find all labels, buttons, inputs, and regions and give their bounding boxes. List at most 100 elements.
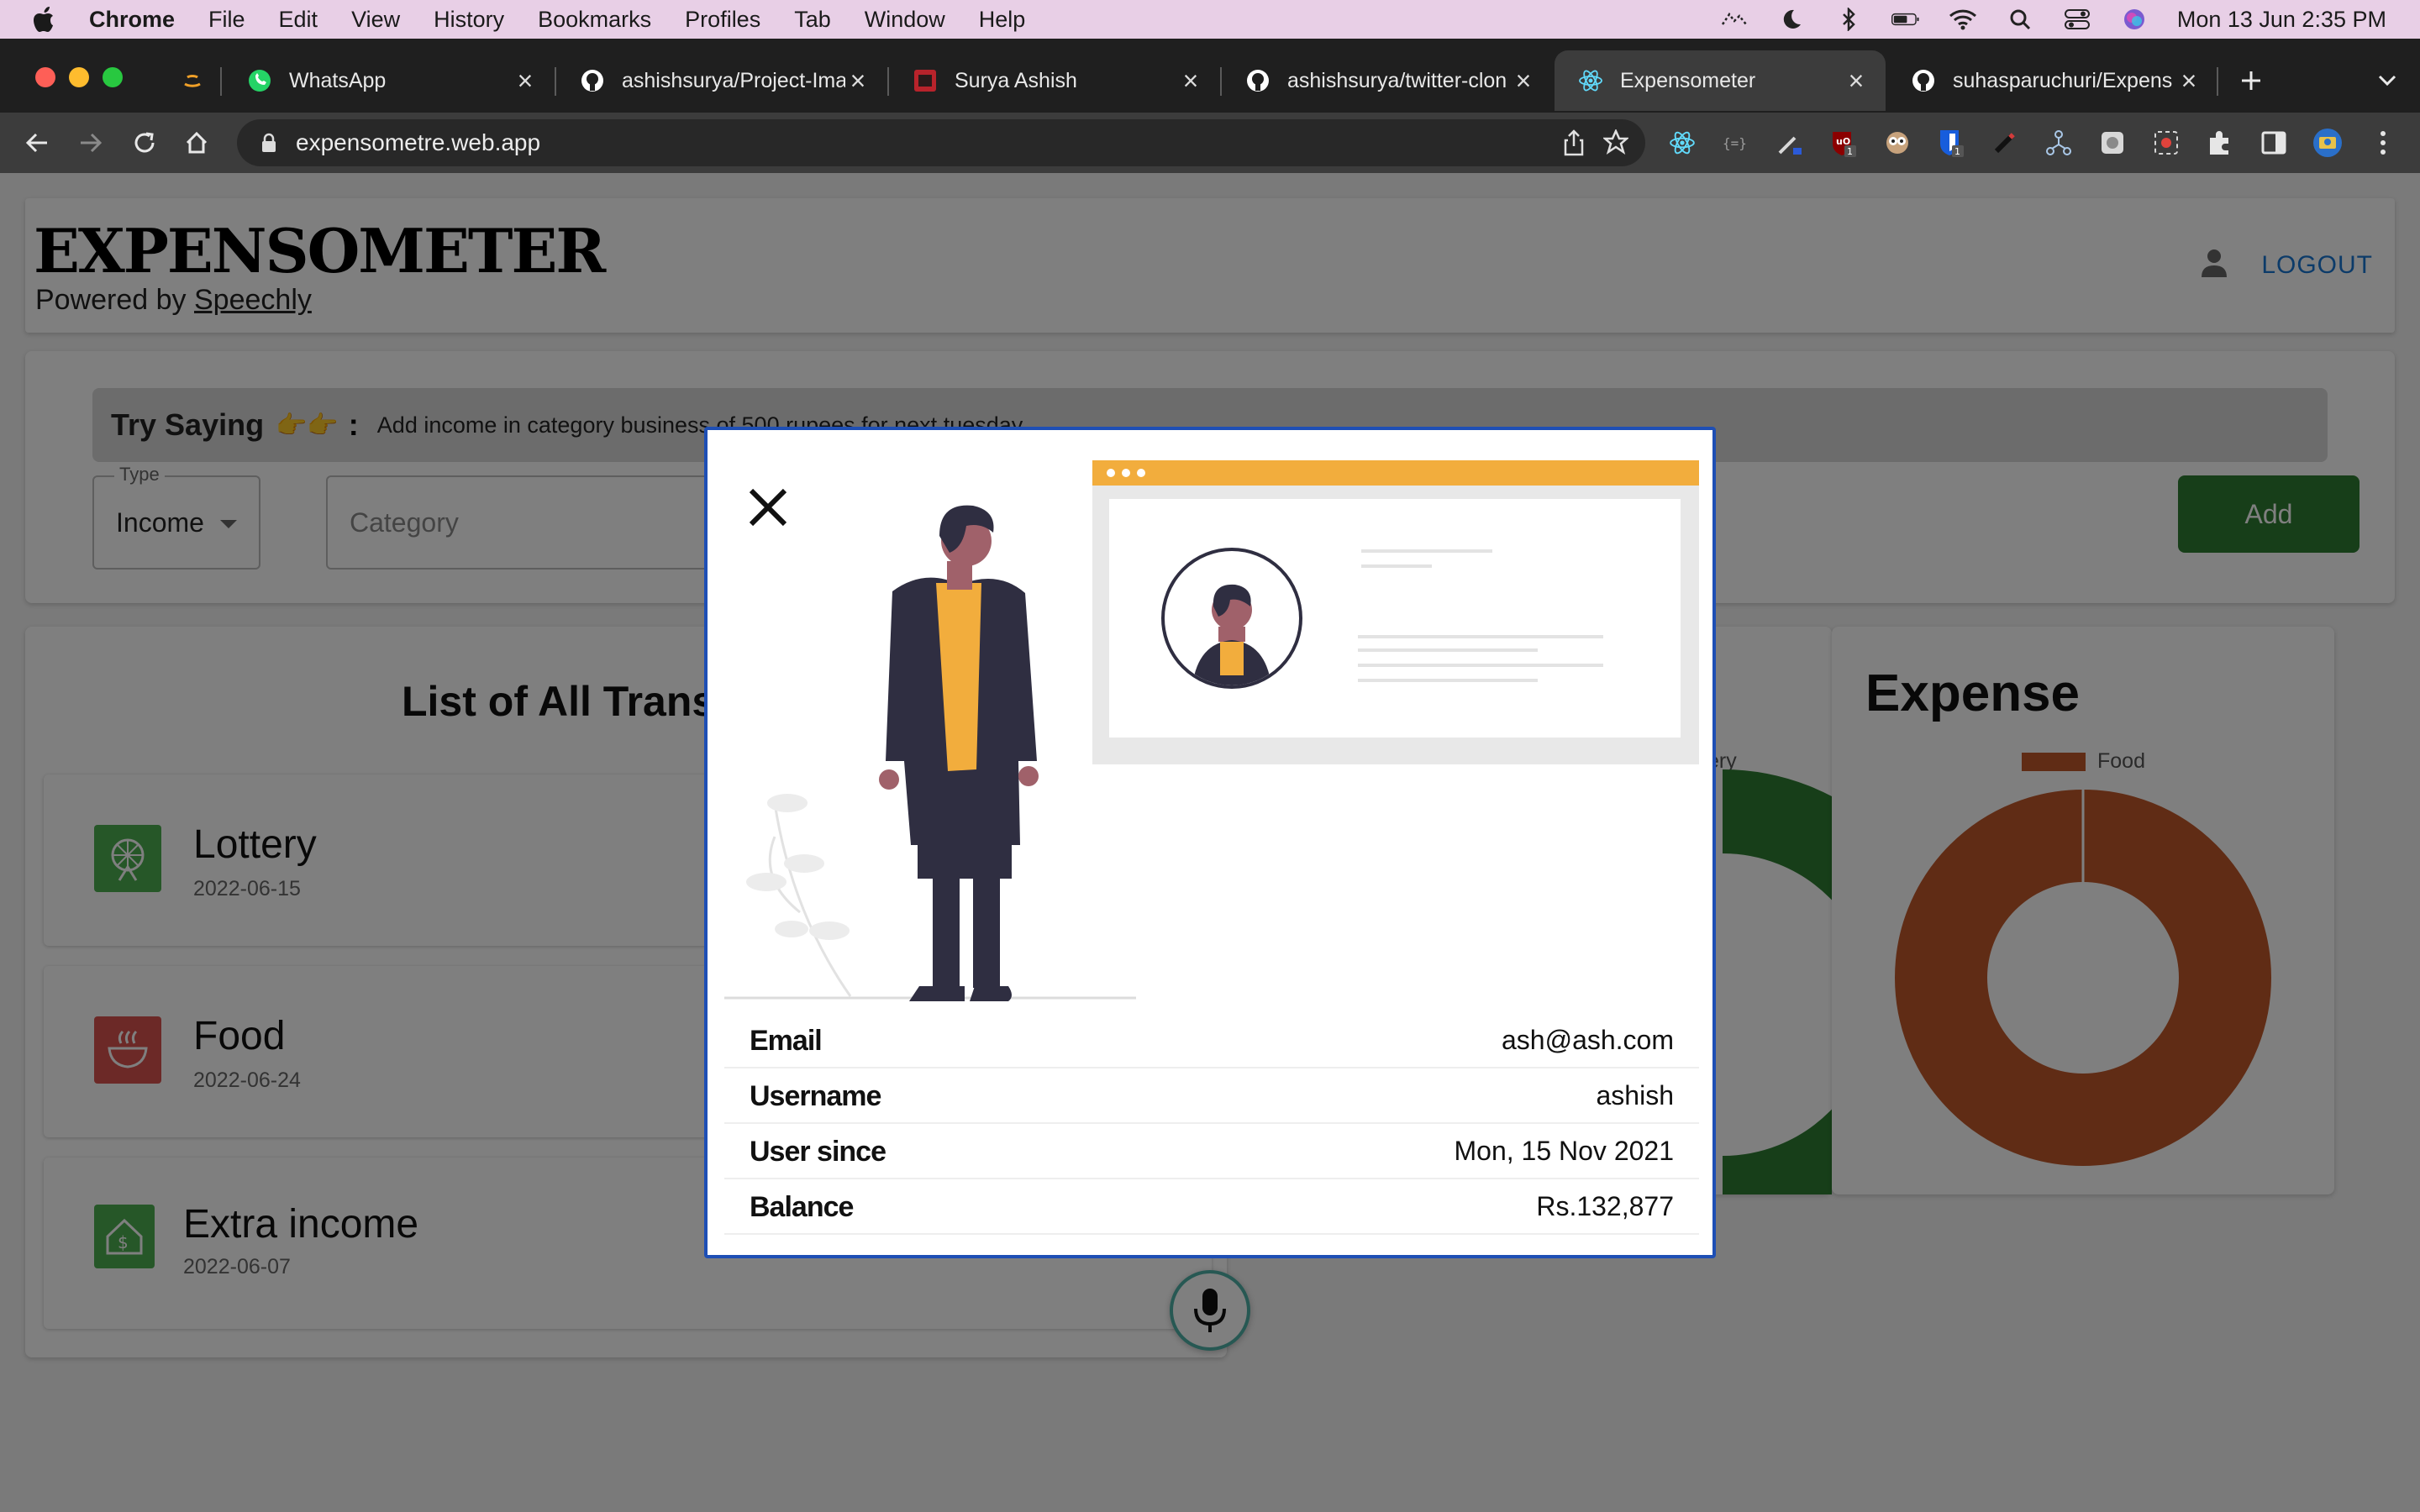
tab-search-button[interactable] — [2360, 50, 2410, 111]
hotspot-icon[interactable] — [1720, 7, 1749, 32]
tab-title: ashishsurya/twitter-clon — [1287, 68, 1507, 92]
menu-edit[interactable]: Edit — [279, 7, 318, 33]
side-panel-icon[interactable] — [2259, 128, 2289, 158]
bitwarden-icon[interactable]: 1 — [1936, 128, 1966, 158]
macos-menubar: Chrome File Edit View History Bookmarks … — [0, 0, 2420, 39]
owl-extension-icon[interactable] — [1882, 128, 1912, 158]
bluetooth-icon[interactable] — [1834, 7, 1863, 32]
window-close-button[interactable] — [35, 67, 55, 87]
extension-badge-count: 1 — [1954, 146, 1960, 157]
whatsapp-icon — [247, 68, 272, 93]
profile-illustration — [724, 460, 1699, 1001]
profile-row-email: Email ash@ash.com — [724, 1013, 1699, 1068]
screen-recorder-icon[interactable] — [2151, 128, 2181, 158]
balance-value: Rs.132,877 — [1536, 1191, 1674, 1221]
tab-surya-ashish[interactable]: Surya Ashish × — [889, 50, 1220, 111]
window-zoom-button[interactable] — [103, 67, 123, 87]
menu-tab[interactable]: Tab — [794, 7, 831, 33]
ublock-origin-icon[interactable]: uO 1 — [1828, 128, 1859, 158]
balance-label: Balance — [750, 1191, 854, 1223]
reload-icon[interactable] — [129, 128, 160, 158]
bookmark-star-icon[interactable] — [1602, 128, 1630, 159]
forward-arrow-icon[interactable] — [76, 128, 106, 158]
react-devtools-icon[interactable] — [1667, 128, 1697, 158]
apple-icon[interactable] — [34, 5, 59, 34]
tab-title: Surya Ashish — [955, 68, 1077, 92]
share-icon[interactable] — [1563, 129, 1585, 160]
extension-badge-count: 1 — [1847, 146, 1853, 157]
github-icon — [1245, 68, 1270, 93]
email-value: ash@ash.com — [1501, 1025, 1674, 1055]
menu-bookmarks[interactable]: Bookmarks — [538, 7, 651, 33]
menu-app-name[interactable]: Chrome — [89, 7, 175, 33]
browser-tab-strip: WhatsApp × ashishsurya/Project-Ima × Sur… — [0, 39, 2420, 113]
tab-close-icon[interactable]: × — [1511, 67, 1536, 94]
tab-close-icon[interactable]: × — [845, 67, 871, 94]
home-icon[interactable] — [182, 128, 212, 158]
clock[interactable]: Mon 13 Jun 2:35 PM — [2177, 7, 2386, 33]
profile-row-user-since: User since Mon, 15 Nov 2021 — [724, 1124, 1699, 1179]
plus-icon — [2238, 68, 2264, 93]
menu-history[interactable]: History — [434, 7, 504, 33]
tab-github-twitter-clone[interactable]: ashishsurya/twitter-clon × — [1222, 50, 1553, 111]
tab-expensometer[interactable]: Expensometer × — [1555, 50, 1886, 111]
menu-view[interactable]: View — [351, 7, 400, 33]
svg-text:{=}: {=} — [1723, 135, 1747, 151]
back-arrow-icon[interactable] — [22, 128, 52, 158]
extensions-puzzle-icon[interactable] — [2205, 128, 2235, 158]
siri-icon[interactable] — [2120, 7, 2149, 32]
portfolio-favicon-icon — [913, 68, 938, 93]
profile-avatar[interactable] — [2312, 128, 2343, 158]
pen-extension-icon[interactable] — [1990, 128, 2020, 158]
battery-icon[interactable] — [1891, 7, 1920, 32]
tab-title: suhasparuchuri/Expens — [1953, 68, 2173, 92]
profile-modal: Email ash@ash.com Username ashish User s… — [704, 427, 1716, 1258]
email-label: Email — [750, 1025, 823, 1057]
window-minimize-button[interactable] — [69, 67, 89, 87]
chrome-menu-icon[interactable] — [2368, 128, 2398, 158]
tab-title: ashishsurya/Project-Ima — [622, 68, 845, 92]
tab-github-project[interactable]: ashishsurya/Project-Ima × — [556, 50, 887, 111]
tab-whatsapp[interactable]: WhatsApp × — [224, 50, 555, 111]
menu-window[interactable]: Window — [865, 7, 945, 33]
tab-pinned[interactable] — [165, 50, 215, 111]
menu-file[interactable]: File — [208, 7, 245, 33]
user-since-label: User since — [750, 1136, 886, 1168]
spotlight-search-icon[interactable] — [2006, 7, 2034, 32]
url-text[interactable]: expensometre.web.app — [296, 129, 540, 156]
profile-row-username: Username ashish — [724, 1068, 1699, 1124]
amazon-favicon-icon — [180, 68, 205, 93]
profile-row-balance: Balance Rs.132,877 — [724, 1179, 1699, 1235]
json-viewer-icon[interactable]: {=} — [1721, 128, 1751, 158]
address-bar[interactable]: expensometre.web.app — [237, 119, 1645, 166]
username-label: Username — [750, 1080, 881, 1112]
tab-separator — [2217, 67, 2218, 96]
github-icon — [1911, 68, 1936, 93]
wifi-icon[interactable] — [1949, 7, 1977, 32]
screenshot-extension-icon[interactable] — [2097, 128, 2128, 158]
menu-help[interactable]: Help — [979, 7, 1026, 33]
profile-card-illustration — [1092, 460, 1699, 764]
user-since-value: Mon, 15 Nov 2021 — [1454, 1136, 1675, 1166]
plant-illustration — [746, 794, 852, 997]
tab-close-icon[interactable]: × — [513, 67, 538, 94]
color-picker-extension-icon[interactable] — [1775, 128, 1805, 158]
tab-close-icon[interactable]: × — [1178, 67, 1203, 94]
username-value: ashish — [1596, 1080, 1675, 1110]
tab-close-icon[interactable]: × — [2176, 67, 2202, 94]
network-graph-icon[interactable] — [2044, 128, 2074, 158]
person-illustration — [879, 505, 1039, 1001]
profile-details-table: Email ash@ash.com Username ashish User s… — [724, 1013, 1699, 1235]
lock-icon[interactable] — [260, 132, 279, 154]
tab-github-expensometer[interactable]: suhasparuchuri/Expens × — [1887, 50, 2218, 111]
control-center-icon[interactable] — [2063, 7, 2091, 32]
tab-close-icon[interactable]: × — [1844, 67, 1869, 94]
menu-profiles[interactable]: Profiles — [685, 7, 760, 33]
new-tab-button[interactable] — [2227, 50, 2277, 111]
focus-moon-icon[interactable] — [1777, 7, 1806, 32]
tab-separator — [220, 67, 222, 96]
browser-toolbar: expensometre.web.app {=} uO 1 1 — [0, 113, 2420, 173]
tab-title: Expensometer — [1620, 68, 1756, 92]
tab-title: WhatsApp — [289, 68, 387, 92]
github-icon — [580, 68, 605, 93]
